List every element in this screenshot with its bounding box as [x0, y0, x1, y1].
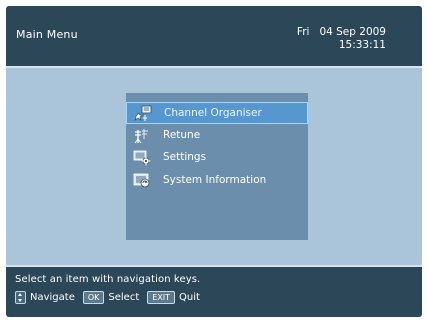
exit-key-badge: EXIT: [147, 290, 176, 304]
menu-item-label: Channel Organiser: [164, 107, 262, 119]
system-information-icon: [133, 172, 151, 189]
quit-label: Quit: [179, 291, 200, 303]
footer-bar: Select an item with navigation keys. Nav…: [6, 265, 422, 317]
menu-item-retune[interactable]: Retune: [126, 125, 308, 147]
menu-item-label: Retune: [163, 129, 201, 141]
date-time: Fri 04 Sep 2009 15:33:11: [297, 26, 386, 52]
navigate-icon: [15, 290, 26, 304]
date-text: Fri 04 Sep 2009: [296, 26, 386, 38]
menu-item-label: Settings: [163, 151, 207, 163]
menu-item-label: System Information: [163, 174, 267, 186]
time-text: 15:33:11: [338, 39, 386, 51]
header-bar: Main Menu Fri 04 Sep 2009 15:33:11: [6, 6, 422, 68]
page-title: Main Menu: [16, 28, 78, 41]
key-legend: Navigate OK Select EXIT Quit: [15, 289, 208, 305]
settings-icon: [133, 149, 151, 166]
help-text: Select an item with navigation keys.: [15, 274, 201, 285]
select-label: Select: [108, 291, 140, 303]
ok-key-badge: OK: [82, 290, 105, 304]
tv-screen: Main Menu Fri 04 Sep 2009 15:33:11 Chann…: [6, 6, 422, 317]
navigate-label: Navigate: [30, 291, 75, 303]
antenna-icon: [133, 127, 151, 144]
channel-organiser-icon: [134, 105, 152, 122]
menu-item-channel-organiser[interactable]: Channel Organiser: [126, 102, 308, 124]
menu-item-system-information[interactable]: System Information: [126, 170, 308, 192]
main-menu-panel: Channel Organiser Retune Settings System…: [126, 93, 308, 240]
menu-item-settings[interactable]: Settings: [126, 147, 308, 169]
